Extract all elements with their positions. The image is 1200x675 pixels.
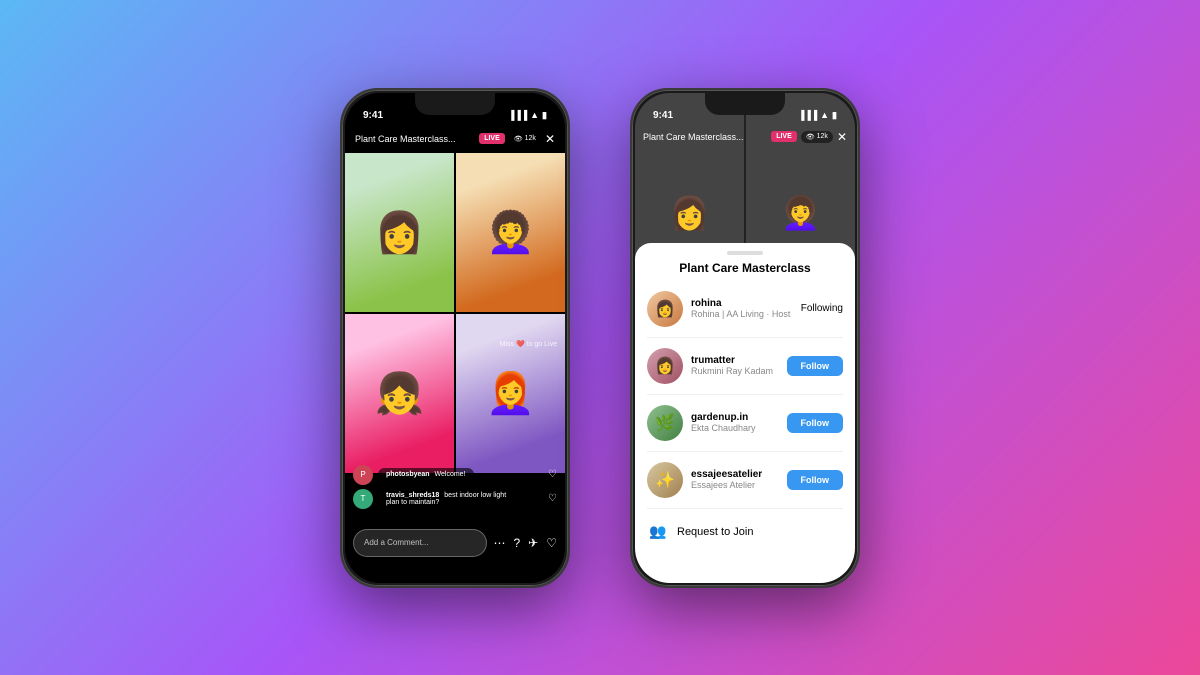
bottom-sheet: Plant Care Masterclass 👩 rohina Rohina |…	[635, 243, 855, 583]
battery-icon-r: ▮	[832, 110, 837, 121]
username-rohina: rohina	[691, 298, 793, 309]
divider-2	[647, 394, 843, 395]
avatar-essajees: ✨	[647, 462, 683, 498]
avatar-gardenup: 🌿	[647, 405, 683, 441]
user-row-essajees: ✨ essajeesatelier Essajees Atelier Follo…	[635, 456, 855, 504]
live-badges-right: LIVE 👁 12k ✕	[771, 130, 847, 144]
live-header-right: Plant Care Masterclass... LIVE 👁 12k ✕	[635, 125, 855, 149]
notch	[415, 93, 495, 115]
follow-button-gardenup[interactable]: Follow	[787, 413, 844, 433]
video-cell-4: 👩‍🦰	[456, 314, 565, 473]
home-indicator-left	[415, 574, 495, 577]
wifi-icon-r: ▲	[820, 110, 829, 120]
comment-user-2: travis_shreds18	[386, 492, 439, 499]
divider-1	[647, 337, 843, 338]
miss-live-text: Miss ❤️ to go Live	[500, 340, 557, 348]
comments-section: P photosbyean Welcome! ♡ T travis_shreds…	[345, 465, 565, 513]
user-info-essajees: essajeesatelier Essajees Atelier	[691, 469, 779, 490]
comment-bubble-2: travis_shreds18 best indoor low light pl…	[378, 489, 528, 509]
send-icon[interactable]: ✈	[528, 536, 538, 550]
follow-button-trumatter[interactable]: Follow	[787, 356, 844, 376]
comment-avatar-2: T	[353, 489, 373, 509]
status-icons-right: ▐▐▐ ▲ ▮	[798, 110, 837, 121]
wifi-icon: ▲	[530, 110, 539, 120]
battery-icon: ▮	[542, 110, 547, 121]
username-gardenup: gardenup.in	[691, 412, 779, 423]
avatar-trumatter: 👩	[647, 348, 683, 384]
live-title-left: Plant Care Masterclass...	[355, 134, 456, 144]
request-join-text: Request to Join	[677, 526, 753, 538]
comment-text-1: Welcome!	[435, 471, 466, 478]
comment-placeholder: Add a Comment...	[364, 538, 428, 547]
notch-right	[705, 93, 785, 115]
comment-row-2: T travis_shreds18 best indoor low light …	[353, 489, 557, 509]
close-button-right[interactable]: ✕	[837, 130, 847, 144]
comment-avatar-1: P	[353, 465, 373, 485]
user-info-trumatter: trumatter Rukmini Ray Kadam	[691, 355, 779, 376]
live-title-right: Plant Care Masterclass...	[643, 132, 744, 142]
bottom-icons-left: ⋯ ? ✈ ♡	[493, 536, 557, 550]
comment-bubble-1: photosbyean Welcome!	[378, 468, 474, 481]
bottom-bar-left: Add a Comment... ⋯ ? ✈ ♡	[345, 521, 565, 565]
divider-4	[647, 508, 843, 509]
comment-input[interactable]: Add a Comment...	[353, 529, 487, 557]
following-text-rohina: Following	[801, 303, 843, 314]
eye-icon-r: 👁	[806, 133, 815, 141]
status-time-left: 9:41	[363, 110, 383, 121]
more-icon[interactable]: ⋯	[493, 536, 505, 550]
user-row-trumatter: 👩 trumatter Rukmini Ray Kadam Follow	[635, 342, 855, 390]
follow-button-essajees[interactable]: Follow	[787, 470, 844, 490]
comment-row-1: P photosbyean Welcome! ♡	[353, 465, 557, 485]
live-header-left: Plant Care Masterclass... LIVE 👁 12k ✕	[345, 125, 565, 153]
left-phone: 9:41 ▐▐▐ ▲ ▮ Plant Care Masterclass... L…	[340, 88, 570, 588]
right-phone: 9:41 ▐▐▐ ▲ ▮ Plant Care Masterclass... L…	[630, 88, 860, 588]
signal-icon-r: ▐▐▐	[798, 110, 817, 120]
help-icon[interactable]: ?	[513, 536, 520, 550]
avatar-rohina: 👩	[647, 291, 683, 327]
user-sub-gardenup: Ekta Chaudhary	[691, 423, 779, 433]
like-icon[interactable]: ♡	[546, 536, 557, 550]
username-essajees: essajeesatelier	[691, 469, 779, 480]
user-info-gardenup: gardenup.in Ekta Chaudhary	[691, 412, 779, 433]
divider-3	[647, 451, 843, 452]
heart-icon-1: ♡	[548, 469, 557, 480]
heart-icon-2: ♡	[548, 493, 557, 504]
live-badge-right: LIVE	[771, 131, 797, 142]
video-cell-3: 👧	[345, 314, 454, 473]
user-row-gardenup: 🌿 gardenup.in Ekta Chaudhary Follow	[635, 399, 855, 447]
signal-icon: ▐▐▐	[508, 110, 527, 120]
viewer-count-right: 👁 12k	[801, 131, 833, 143]
request-join-icon: 👥	[647, 521, 669, 543]
comment-user-1: photosbyean	[386, 471, 430, 478]
video-grid-left: 👩 👩‍🦱 👧 👩‍🦰	[345, 153, 565, 473]
user-sub-trumatter: Rukmini Ray Kadam	[691, 366, 779, 376]
sheet-handle	[727, 251, 763, 255]
username-trumatter: trumatter	[691, 355, 779, 366]
user-sub-essajees: Essajees Atelier	[691, 480, 779, 490]
eye-icon: 👁	[514, 135, 523, 143]
user-sub-rohina: Rohina | AA Living · Host	[691, 309, 793, 319]
user-row-rohina: 👩 rohina Rohina | AA Living · Host Follo…	[635, 285, 855, 333]
close-button-left[interactable]: ✕	[545, 132, 555, 146]
live-badge-left: LIVE	[479, 133, 505, 144]
video-cell-2: 👩‍🦱	[456, 153, 565, 312]
video-cell-1: 👩	[345, 153, 454, 312]
viewer-count-left: 👁 12k	[509, 133, 541, 145]
request-to-join-row[interactable]: 👥 Request to Join	[635, 513, 855, 551]
status-time-right: 9:41	[653, 110, 673, 121]
sheet-title: Plant Care Masterclass	[635, 261, 855, 275]
user-info-rohina: rohina Rohina | AA Living · Host	[691, 298, 793, 319]
status-icons-left: ▐▐▐ ▲ ▮	[508, 110, 547, 121]
live-badges-left: LIVE 👁 12k ✕	[479, 132, 555, 146]
